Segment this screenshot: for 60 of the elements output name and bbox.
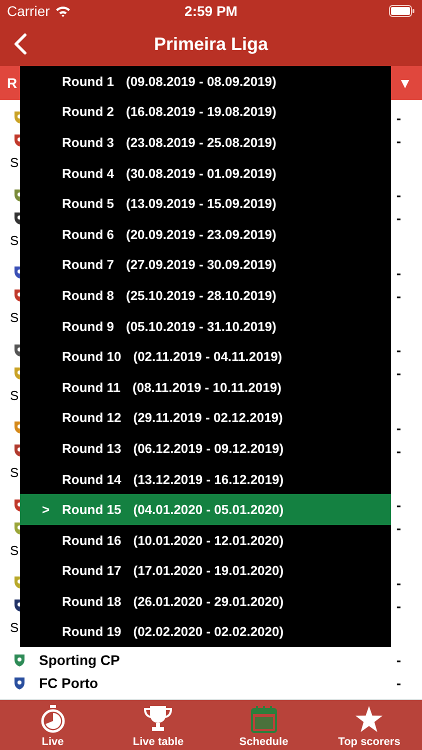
round-option[interactable]: Round 9 (05.10.2019 - 31.10.2019) <box>20 310 391 342</box>
carrier-label: Carrier <box>7 3 50 19</box>
match-info-text: S <box>9 232 19 250</box>
tab-button[interactable]: Live <box>0 700 106 750</box>
round-option[interactable]: > Round 15 (04.01.2020 - 05.01.2020) <box>20 494 391 525</box>
round-option[interactable]: Round 10 (02.11.2019 - 04.11.2019) <box>20 341 391 372</box>
match-info-text: S <box>9 386 19 404</box>
score-text: - <box>396 574 401 590</box>
round-option[interactable]: Round 12 (29.11.2019 - 02.12.2019) <box>20 402 391 434</box>
score-text: - <box>396 110 401 126</box>
round-option[interactable]: Round 18 (26.01.2020 - 29.01.2020) <box>20 586 391 617</box>
crest-icon <box>14 654 25 666</box>
score-text: - <box>396 264 401 280</box>
match-info-text: S <box>9 309 19 327</box>
score-text: - <box>396 288 401 304</box>
score-text: - <box>396 520 401 536</box>
round-option[interactable]: Round 4 (30.08.2019 - 01.09.2019) <box>20 158 391 188</box>
stopwatch-icon <box>40 705 65 733</box>
score-text: - <box>396 210 401 226</box>
match-info-text: S <box>9 542 19 560</box>
team-name: FC Porto <box>39 675 98 691</box>
round-option[interactable]: Round 19 (02.02.2020 - 02.02.2020) <box>20 616 391 648</box>
round-option[interactable]: Round 1 (09.08.2019 - 08.09.2019) <box>20 66 391 97</box>
status-time: 2:59 PM <box>184 3 238 19</box>
tab-button[interactable]: Live table <box>106 700 211 750</box>
score-text: - <box>396 497 401 513</box>
tab-button[interactable]: Schedule <box>211 700 316 750</box>
team-name: Sporting CP <box>39 652 120 668</box>
back-icon[interactable] <box>13 33 27 55</box>
star-icon <box>355 706 384 733</box>
match-info-text: S <box>9 154 19 172</box>
match-info-text: S <box>9 464 19 482</box>
round-option[interactable]: Round 16 (10.01.2020 - 12.01.2020) <box>20 524 391 556</box>
round-option[interactable]: Round 2 (16.08.2019 - 19.08.2019) <box>20 96 391 128</box>
round-option[interactable]: Round 7 (27.09.2019 - 30.09.2019) <box>20 250 391 280</box>
round-option[interactable]: Round 8 (25.10.2019 - 28.10.2019) <box>20 280 391 311</box>
round-option[interactable]: Round 14 (13.12.2019 - 16.12.2019) <box>20 464 391 494</box>
score-text: - <box>396 442 401 458</box>
round-option[interactable]: Round 17 (17.01.2020 - 19.01.2020) <box>20 556 391 586</box>
round-option[interactable]: Round 11 (08.11.2019 - 10.11.2019) <box>20 372 391 403</box>
score-text: - <box>396 652 401 668</box>
match-info-text: S <box>9 619 19 637</box>
score-text: - <box>396 598 401 614</box>
score-text: - <box>396 187 401 203</box>
round-option[interactable]: Round 5 (13.09.2019 - 15.09.2019) <box>20 188 391 219</box>
round-option[interactable]: Round 6 (20.09.2019 - 23.09.2019) <box>20 218 391 250</box>
tab-button[interactable]: Top scorers <box>316 700 422 750</box>
wifi-icon <box>54 5 71 17</box>
score-text: - <box>396 420 401 436</box>
crest-icon <box>14 676 25 690</box>
battery-icon <box>388 5 415 17</box>
score-text: - <box>396 365 401 381</box>
screen-title: Primeira Liga <box>154 34 268 54</box>
score-text: - <box>396 132 401 148</box>
trophy-icon <box>143 705 174 733</box>
score-text: - <box>396 342 401 358</box>
round-option[interactable]: Round 3 (23.08.2019 - 25.08.2019) <box>20 127 391 158</box>
calendar-icon <box>250 705 277 733</box>
round-option[interactable]: Round 13 (06.12.2019 - 09.12.2019) <box>20 433 391 464</box>
score-text: - <box>396 675 401 691</box>
